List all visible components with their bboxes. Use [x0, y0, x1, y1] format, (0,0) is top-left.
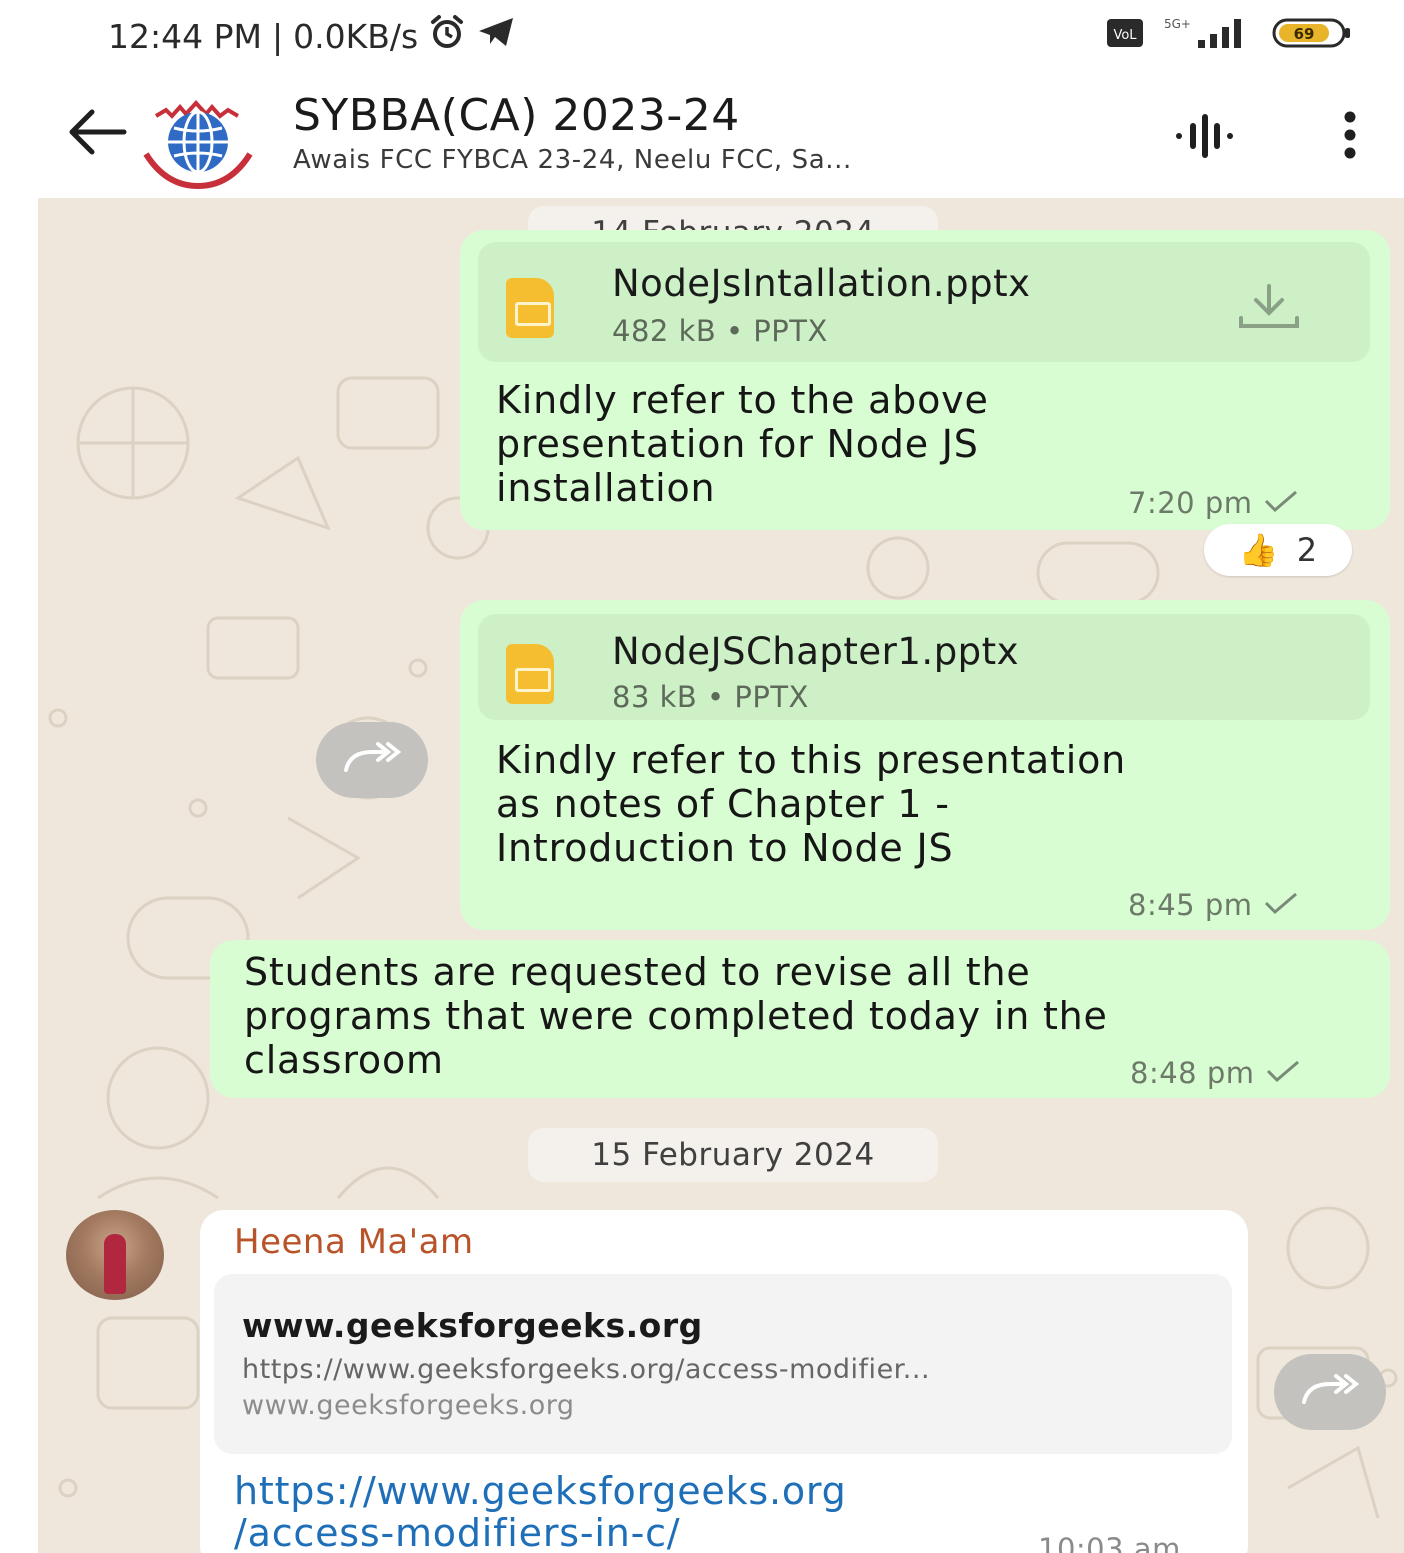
forward-icon — [1298, 1370, 1362, 1414]
status-right: VoL 5G+ 69 — [1106, 16, 1352, 54]
sender-name[interactable]: Heena Ma'am — [234, 1222, 474, 1262]
volte-icon: VoL — [1106, 18, 1144, 52]
message-bubble-incoming[interactable]: Heena Ma'am www.geeksforgeeks.org https:… — [200, 1210, 1248, 1553]
chat-title-block[interactable]: SYBBA(CA) 2023-24 Awais FCC FYBCA 23-24,… — [293, 90, 1133, 175]
pptx-file-icon — [506, 644, 554, 704]
document-name: NodeJSChapter1.pptx — [612, 630, 1020, 673]
message-line: Kindly refer to the above — [496, 378, 989, 422]
more-options-button[interactable] — [1318, 104, 1382, 170]
message-timestamp: 7:20 pm — [1128, 486, 1299, 520]
group-avatar[interactable] — [136, 90, 260, 190]
time-label: 8:45 pm — [1128, 888, 1253, 922]
forward-icon — [340, 738, 404, 782]
message-line: classroom — [244, 1038, 444, 1082]
thumbs-up-icon: 👍 — [1238, 531, 1279, 569]
message-timestamp: 8:45 pm — [1128, 888, 1299, 922]
svg-text:5G+: 5G+ — [1164, 17, 1191, 31]
document-attachment[interactable]: NodeJSChapter1.pptx 83 kB • PPTX — [478, 614, 1370, 720]
telegram-icon — [476, 15, 516, 57]
forward-button[interactable] — [316, 722, 428, 798]
message-bubble-outgoing[interactable]: NodeJsIntallation.pptx 482 kB • PPTX Kin… — [460, 230, 1390, 530]
sent-check-icon — [1263, 486, 1299, 520]
date-divider: 15 February 2024 — [528, 1128, 938, 1182]
group-members: Awais FCC FYBCA 23-24, Neelu FCC, Sa... — [293, 145, 852, 175]
status-time: 12:44 PM — [108, 16, 262, 56]
group-title: SYBBA(CA) 2023-24 — [293, 90, 740, 141]
kebab-menu-icon — [1340, 110, 1360, 164]
message-line: as notes of Chapter 1 - — [496, 782, 950, 826]
document-name: NodeJsIntallation.pptx — [612, 262, 1031, 305]
audio-wave-icon — [1172, 111, 1236, 165]
message-link[interactable]: https://www.geeksforgeeks.org /access-mo… — [234, 1470, 847, 1553]
link-line[interactable]: https://www.geeksforgeeks.org — [234, 1470, 847, 1512]
voice-chat-button[interactable] — [1166, 108, 1242, 168]
time-label: 10:03 am — [1038, 1532, 1181, 1553]
message-line: Students are requested to revise all the — [244, 950, 1031, 994]
pptx-file-icon — [506, 278, 554, 338]
link-preview[interactable]: www.geeksforgeeks.org https://www.geeksf… — [214, 1274, 1232, 1454]
sent-check-icon — [1265, 1056, 1301, 1090]
status-separator: | — [271, 16, 284, 56]
message-line: Kindly refer to this presentation — [496, 738, 1127, 782]
message-line: presentation for Node JS — [496, 422, 979, 466]
arrow-left-icon — [64, 107, 128, 161]
status-speed: 0.0KB/s — [293, 16, 419, 56]
sender-avatar[interactable] — [66, 1210, 164, 1300]
reaction-count: 2 — [1296, 531, 1318, 569]
message-text: Kindly refer to the above presentation f… — [496, 378, 989, 510]
back-button[interactable] — [60, 98, 132, 170]
status-bar: 12:44 PM | 0.0KB/s VoL 5G+ 69 — [0, 0, 1404, 78]
5g-signal-icon: 5G+ — [1162, 16, 1254, 54]
message-timestamp: 10:03 am — [1038, 1532, 1181, 1553]
link-preview-domain: www.geeksforgeeks.org — [242, 1390, 575, 1421]
status-left: 12:44 PM | 0.0KB/s — [108, 14, 516, 58]
forward-button[interactable] — [1274, 1354, 1386, 1430]
message-bubble-outgoing[interactable]: Students are requested to revise all the… — [210, 940, 1390, 1098]
chat-area[interactable]: 14 February 2024 NodeJsIntallation.pptx … — [38, 198, 1404, 1553]
link-preview-title: www.geeksforgeeks.org — [242, 1306, 703, 1345]
message-bubble-outgoing[interactable]: NodeJSChapter1.pptx 83 kB • PPTX Kindly … — [460, 600, 1390, 930]
time-label: 7:20 pm — [1128, 486, 1253, 520]
link-preview-url: https://www.geeksforgeeks.org/access-mod… — [242, 1354, 931, 1385]
svg-text:VoL: VoL — [1113, 28, 1137, 43]
document-meta: 83 kB • PPTX — [612, 680, 809, 714]
document-meta: 482 kB • PPTX — [612, 314, 828, 348]
chat-header: SYBBA(CA) 2023-24 Awais FCC FYBCA 23-24,… — [0, 78, 1404, 196]
document-attachment[interactable]: NodeJsIntallation.pptx 482 kB • PPTX — [478, 242, 1370, 362]
link-line[interactable]: /access-modifiers-in-c/ — [234, 1512, 847, 1553]
message-timestamp: 8:48 pm — [1130, 1056, 1301, 1090]
message-text: Students are requested to revise all the… — [244, 950, 1108, 1082]
reaction-badge[interactable]: 👍 2 — [1204, 524, 1352, 576]
message-text: Kindly refer to this presentation as not… — [496, 738, 1126, 870]
time-label: 8:48 pm — [1130, 1056, 1255, 1090]
battery-icon: 69 — [1272, 16, 1352, 54]
alarm-icon — [428, 14, 466, 58]
message-line: Introduction to Node JS — [496, 826, 954, 870]
battery-level: 69 — [1294, 25, 1315, 43]
message-line: installation — [496, 466, 716, 510]
download-icon[interactable] — [1236, 282, 1302, 336]
sent-check-icon — [1263, 888, 1299, 922]
message-line: programs that were completed today in th… — [244, 994, 1108, 1038]
